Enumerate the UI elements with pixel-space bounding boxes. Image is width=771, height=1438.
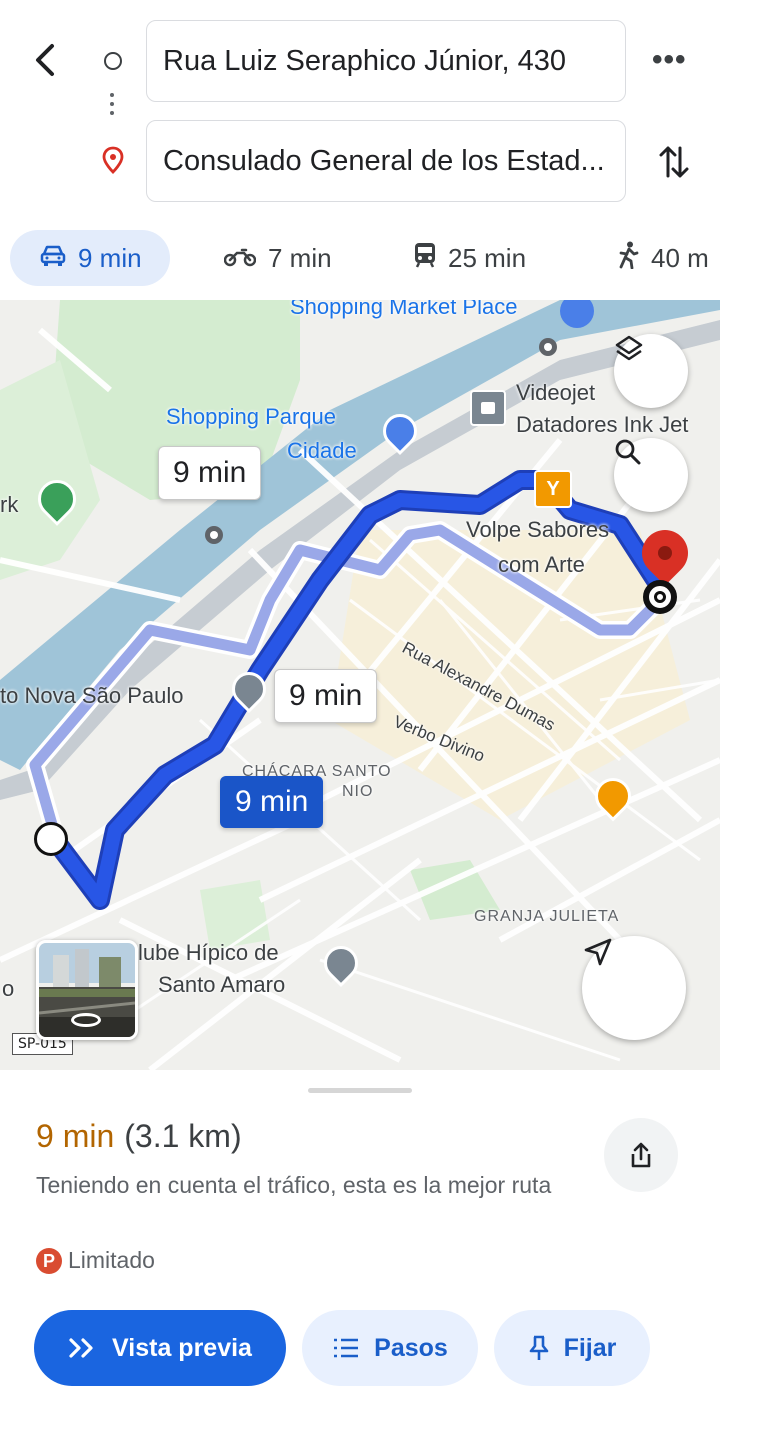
- back-button[interactable]: [30, 40, 60, 80]
- share-icon: [631, 1142, 651, 1168]
- map-label-videojet-2: Datadores Ink Jet: [516, 412, 689, 437]
- tab-car[interactable]: 9 min: [10, 230, 170, 286]
- layers-icon: [615, 335, 643, 361]
- parking-info: P Limitado: [36, 1247, 155, 1274]
- tab-walk[interactable]: 40 m: [617, 230, 709, 286]
- tab-motorcycle[interactable]: 7 min: [223, 230, 332, 286]
- route-time-bubble-alt-2[interactable]: 9 min: [274, 669, 378, 723]
- route-time-bubble-selected[interactable]: 9 min: [220, 776, 324, 828]
- more-options-button[interactable]: •••: [652, 45, 692, 75]
- route-description: Teniendo en cuenta el tráfico, esta es l…: [36, 1172, 552, 1198]
- map-label-park-fragment: rk: [0, 492, 19, 517]
- share-button[interactable]: [604, 1118, 678, 1192]
- tab-motorcycle-time: 7 min: [268, 242, 332, 273]
- map-label-shopping-parque-1: Shopping Parque: [166, 404, 337, 429]
- sheet-drag-handle[interactable]: [308, 1088, 412, 1093]
- swap-locations-button[interactable]: [656, 140, 692, 184]
- navigation-arrow-icon: [584, 938, 612, 966]
- recenter-navigation-button[interactable]: [582, 936, 686, 1040]
- map-label-volpe-1: Volpe Sabores: [466, 517, 610, 542]
- route-time: 9 min: [36, 1118, 115, 1154]
- layers-button[interactable]: [614, 334, 688, 408]
- rotate-360-icon: [71, 1013, 101, 1027]
- origin-circle-icon: [104, 52, 122, 70]
- parking-icon: P: [36, 1247, 62, 1274]
- route-distance: (3.1 km): [124, 1118, 242, 1154]
- parking-label: Limitado: [68, 1247, 155, 1273]
- pushpin-icon: [528, 1334, 550, 1362]
- origin-input[interactable]: Rua Luiz Seraphico Júnior, 430: [146, 20, 626, 102]
- map-label-fragment-o: o: [2, 976, 15, 1001]
- preview-button[interactable]: Vista previa: [34, 1310, 286, 1386]
- preview-button-label: Vista previa: [112, 1333, 252, 1362]
- route-dots-icon: [110, 93, 115, 120]
- double-chevron-icon: [68, 1337, 98, 1359]
- map-label-shopping-parque-2: Cidade: [287, 438, 357, 463]
- route-details-sheet: 9 min (3.1 km) Teniendo en cuenta el tráf…: [0, 1070, 720, 1438]
- steps-button[interactable]: Pasos: [302, 1310, 478, 1386]
- map-label-clube-2: Santo Amaro: [158, 972, 286, 997]
- tab-transit[interactable]: 25 min: [414, 230, 526, 286]
- steps-button-label: Pasos: [374, 1333, 448, 1362]
- tab-car-time: 9 min: [78, 242, 142, 273]
- map-label-clube-1: lube Hípico de: [138, 940, 279, 965]
- business-pin-icon[interactable]: [470, 390, 506, 426]
- destination-endpoint-icon: [643, 580, 677, 614]
- list-icon: [332, 1337, 360, 1359]
- destination-input[interactable]: Consulado General de los Estad...: [146, 120, 626, 202]
- origin-marker-icon: [34, 822, 68, 856]
- tab-walk-time: 40 m: [651, 242, 709, 273]
- map-label-volpe-2: com Arte: [498, 552, 585, 577]
- swap-arrows-icon: [659, 146, 689, 178]
- map-label-nova-sao-paulo: to Nova São Paulo: [0, 683, 184, 708]
- back-arrow-icon: [36, 44, 54, 76]
- motorcycle-icon: [223, 243, 257, 274]
- car-icon: [40, 243, 66, 274]
- map-label-chacara-2: NIO: [342, 783, 374, 800]
- search-icon: [615, 439, 641, 465]
- travel-mode-tabs: 9 min 7 min 25 min 40 m: [0, 230, 771, 288]
- route-time-bubble-alt-1[interactable]: 9 min: [158, 446, 262, 500]
- search-along-route-button[interactable]: [614, 438, 688, 512]
- street-view-thumbnail[interactable]: [36, 940, 138, 1040]
- destination-pin-icon: [102, 146, 124, 174]
- restaurant-pin-icon[interactable]: Y: [534, 470, 572, 508]
- walking-icon: [617, 241, 639, 276]
- pin-button[interactable]: Fijar: [494, 1310, 650, 1386]
- transit-icon: [414, 242, 436, 275]
- route-summary: 9 min (3.1 km): [36, 1118, 242, 1155]
- map-label-videojet-1: Videojet: [516, 380, 596, 405]
- pin-button-label: Fijar: [563, 1333, 617, 1362]
- map-label-shopping-market: Shopping Market Place: [290, 300, 518, 319]
- map-label-granja-julieta: GRANJA JULIETA: [474, 908, 620, 925]
- tab-transit-time: 25 min: [448, 242, 527, 273]
